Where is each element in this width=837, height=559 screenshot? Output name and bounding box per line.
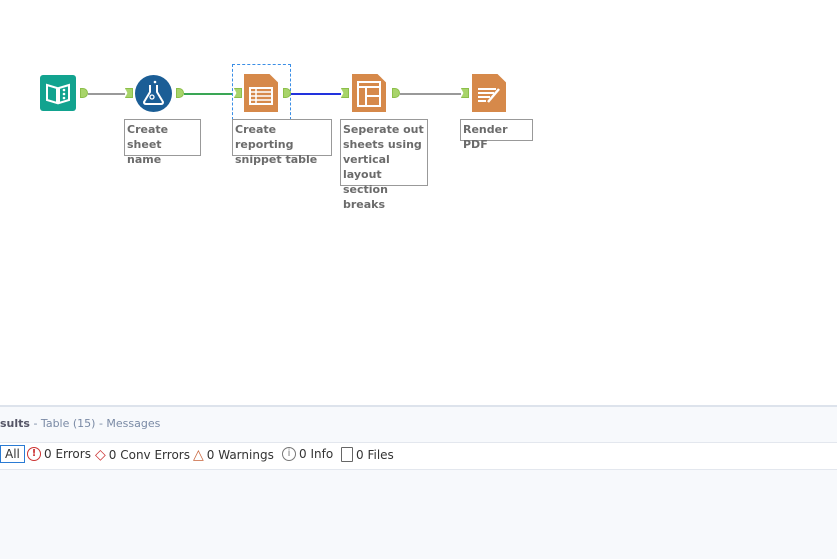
filter-all-label: All [5, 447, 20, 461]
output-anchor[interactable] [392, 88, 400, 98]
formula-tool-icon[interactable] [135, 75, 172, 112]
node-annotation: Create reporting snippet table [232, 119, 332, 166]
warning-icon: △ [193, 447, 204, 463]
info-icon: i [282, 447, 296, 461]
connection[interactable] [184, 93, 232, 95]
output-anchor[interactable] [80, 88, 88, 98]
connection[interactable] [88, 93, 125, 95]
conv-error-icon: ◇ [95, 447, 106, 463]
file-icon [341, 447, 353, 462]
node-annotation: Create sheet name [124, 119, 201, 166]
connection[interactable] [400, 93, 461, 95]
node-annotation: Seperate out sheets using vertical layou… [340, 119, 428, 211]
input-anchor[interactable] [461, 88, 469, 98]
output-anchor[interactable] [176, 88, 184, 98]
results-title: sults [0, 417, 30, 430]
filter-files[interactable]: 0 Files [341, 447, 394, 462]
table-tool-icon[interactable] [244, 74, 278, 112]
render-tool-icon[interactable] [472, 74, 506, 112]
results-panel: sults - Table (15) - Messages All ! 0 Err… [0, 405, 837, 559]
filter-errors-label: 0 Errors [44, 447, 91, 461]
filter-conv-errors-label: 0 Conv Errors [108, 448, 190, 462]
filter-conv-errors[interactable]: ◇ 0 Conv Errors [95, 447, 190, 463]
message-filter-bar: All ! 0 Errors ◇ 0 Conv Errors △ 0 Warnings… [0, 442, 837, 470]
filter-errors[interactable]: ! 0 Errors [27, 447, 91, 461]
input-anchor[interactable] [341, 88, 349, 98]
workflow-canvas[interactable]: Create sheet name Create reporting snipp… [0, 0, 837, 404]
filter-warnings-label: 0 Warnings [206, 448, 274, 462]
error-icon: ! [27, 447, 41, 461]
filter-files-label: 0 Files [356, 447, 394, 462]
layout-tool-icon[interactable] [352, 74, 386, 112]
input-tool-icon[interactable] [40, 75, 76, 111]
filter-info-label: 0 Info [299, 447, 334, 461]
results-header: sults - Table (15) - Messages [0, 417, 160, 430]
results-subtitle: - Table (15) - Messages [33, 417, 161, 430]
filter-warnings[interactable]: △ 0 Warnings [193, 447, 274, 463]
connection[interactable] [291, 93, 341, 95]
input-anchor[interactable] [125, 88, 133, 98]
filter-info[interactable]: i0 Info [282, 447, 333, 461]
filter-all[interactable]: All [0, 445, 25, 463]
node-annotation: Render PDF [460, 119, 533, 151]
